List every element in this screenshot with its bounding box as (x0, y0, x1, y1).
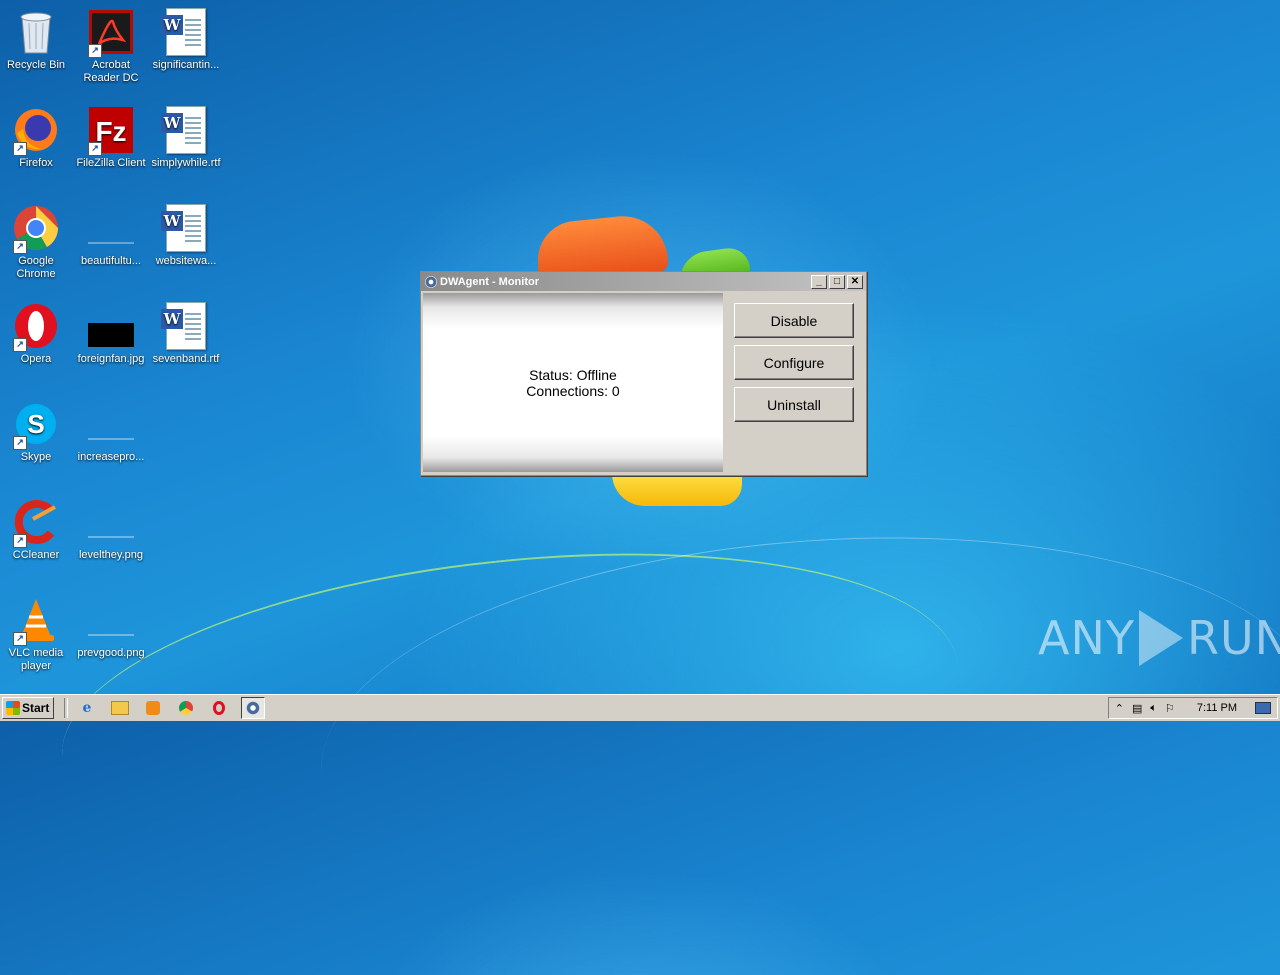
image-file-icon (87, 204, 135, 252)
desktop-icon-label: Acrobat Reader DC (83, 59, 139, 84)
word-document-icon: W (161, 204, 210, 252)
volume-icon[interactable]: 🔈︎ (1150, 702, 1157, 715)
desktop-icon-beautifultu[interactable]: beautifultu... (73, 204, 149, 268)
play-icon (1138, 610, 1183, 666)
dwagent-icon[interactable] (241, 697, 265, 719)
desktop-icon-simplywhile[interactable]: W simplywhile.rtf (148, 106, 224, 170)
desktop-icon-vlc[interactable]: ↗ VLC media player (0, 596, 74, 673)
desktop-icon-label: Opera (20, 353, 52, 365)
desktop-icon-label: simplywhile.rtf (151, 157, 221, 169)
desktop-icon-label: significantin... (152, 59, 220, 71)
desktop-icon-ccleaner[interactable]: ↗ CCleaner (0, 498, 74, 562)
image-file-icon (87, 498, 135, 546)
desktop-icon-opera[interactable]: ↗ Opera (0, 302, 74, 366)
chrome-icon[interactable] (175, 698, 197, 718)
vlc-icon: ↗ (12, 596, 60, 646)
status-panel: Status: Offline Connections: 0 (423, 293, 723, 472)
shortcut-arrow-icon: ↗ (13, 632, 27, 646)
internet-explorer-icon[interactable]: e (76, 698, 98, 718)
chevron-up-icon[interactable]: ⌃ (1115, 702, 1124, 715)
close-button[interactable]: ✕ (847, 274, 863, 289)
image-file-icon (87, 596, 135, 644)
desktop-icon-label: VLC media player (8, 647, 64, 672)
acrobat-reader-icon: ↗ (87, 8, 135, 58)
desktop-icon-label: FileZilla Client (76, 157, 146, 169)
desktop-icon-foreignfan[interactable]: foreignfan.jpg (73, 302, 149, 366)
desktop-icon-label: levelthey.png (78, 549, 143, 561)
filezilla-icon: Fz ↗ (87, 106, 135, 156)
connections-text: Connections: 0 (526, 382, 620, 399)
image-file-icon (87, 302, 135, 350)
configure-button[interactable]: Configure (734, 345, 854, 380)
network-icon[interactable]: ▤ (1132, 702, 1142, 715)
desktop-icon-filezilla[interactable]: Fz ↗ FileZilla Client (73, 106, 149, 170)
maximize-button[interactable]: □ (829, 274, 845, 289)
anyrun-watermark: ANY RUN (1038, 610, 1280, 666)
folder-icon[interactable] (109, 698, 131, 718)
chrome-icon: ↗ (12, 204, 60, 254)
desktop-icon-label: Firefox (19, 157, 53, 169)
show-desktop-icon[interactable] (1255, 702, 1271, 714)
disable-button[interactable]: Disable (734, 303, 854, 338)
desktop-icon-label: foreignfan.jpg (77, 353, 145, 365)
start-button[interactable]: Start (2, 697, 54, 719)
desktop-icon-label: CCleaner (12, 549, 60, 561)
media-player-icon[interactable] (142, 698, 164, 718)
word-document-icon: W (161, 106, 210, 154)
dwagent-icon (425, 275, 437, 288)
desktop-icon-label: Recycle Bin (6, 59, 66, 71)
desktop-icon-firefox[interactable]: ↗ Firefox (0, 106, 74, 170)
uninstall-button[interactable]: Uninstall (734, 387, 854, 422)
desktop-icon-chrome[interactable]: ↗ Google Chrome (0, 204, 74, 281)
clock[interactable]: 7:11 PM (1197, 702, 1237, 714)
watermark-text-right: RUN (1186, 611, 1280, 665)
status-text: Status: Offline (529, 366, 617, 383)
shortcut-arrow-icon: ↗ (13, 240, 27, 254)
shortcut-arrow-icon: ↗ (88, 142, 102, 156)
desktop-icon-label: beautifultu... (81, 255, 141, 267)
shortcut-arrow-icon: ↗ (88, 44, 102, 58)
word-document-icon: W (161, 8, 210, 56)
desktop-icon-websitewa[interactable]: W websitewa... (148, 204, 224, 268)
desktop-icon-recycle-bin[interactable]: Recycle Bin (0, 8, 74, 72)
word-document-icon: W (161, 302, 210, 350)
window-title: DWAgent - Monitor (440, 275, 539, 288)
system-tray: ⌃ ▤ 🔈︎ ⚐ 7:11 PM (1107, 697, 1278, 719)
shortcut-arrow-icon: ↗ (13, 436, 27, 450)
desktop-icon-label: Skype (20, 451, 52, 463)
desktop-icon-label: prevgood.png (77, 647, 145, 659)
desktop-icon-acrobat[interactable]: ↗ Acrobat Reader DC (73, 8, 149, 85)
taskbar-separator (64, 698, 68, 718)
image-file-icon (87, 400, 135, 448)
opera-icon: ↗ (12, 302, 60, 352)
desktop-icon-label: increasepro... (77, 451, 145, 463)
dwagent-monitor-window: DWAgent - Monitor _ □ ✕ Status: Offline … (420, 271, 867, 476)
desktop-icon-label: Google Chrome (16, 255, 56, 280)
start-label: Start (22, 701, 50, 715)
shortcut-arrow-icon: ↗ (13, 142, 27, 156)
minimize-button[interactable]: _ (811, 274, 827, 289)
windows-flag-icon (6, 701, 20, 715)
ccleaner-icon: ↗ (12, 498, 60, 548)
skype-icon: S ↗ (12, 400, 60, 450)
desktop-icon-label: sevenband.rtf (152, 353, 220, 365)
desktop-icon-significantin[interactable]: W significantin... (148, 8, 224, 72)
desktop-icon-levelthey[interactable]: levelthey.png (73, 498, 149, 562)
shortcut-arrow-icon: ↗ (13, 534, 27, 548)
svg-text:S: S (27, 409, 44, 439)
recycle-bin-icon (12, 8, 60, 56)
window-titlebar[interactable]: DWAgent - Monitor _ □ ✕ (421, 272, 866, 291)
shortcut-arrow-icon: ↗ (13, 338, 27, 352)
watermark-text-left: ANY (1038, 611, 1135, 665)
firefox-icon: ↗ (12, 106, 60, 156)
desktop-icon-sevenband[interactable]: W sevenband.rtf (148, 302, 224, 366)
taskbar: Start e ⌃ ▤ 🔈︎ ⚐ 7:11 PM (0, 694, 1280, 721)
flag-icon[interactable]: ⚐ (1165, 702, 1175, 715)
opera-icon[interactable] (208, 698, 230, 718)
desktop-icon-skype[interactable]: S ↗ Skype (0, 400, 74, 464)
desktop-icon-label: websitewa... (155, 255, 217, 267)
desktop-icon-prevgood[interactable]: prevgood.png (73, 596, 149, 660)
desktop-icon-increasepro[interactable]: increasepro... (73, 400, 149, 464)
